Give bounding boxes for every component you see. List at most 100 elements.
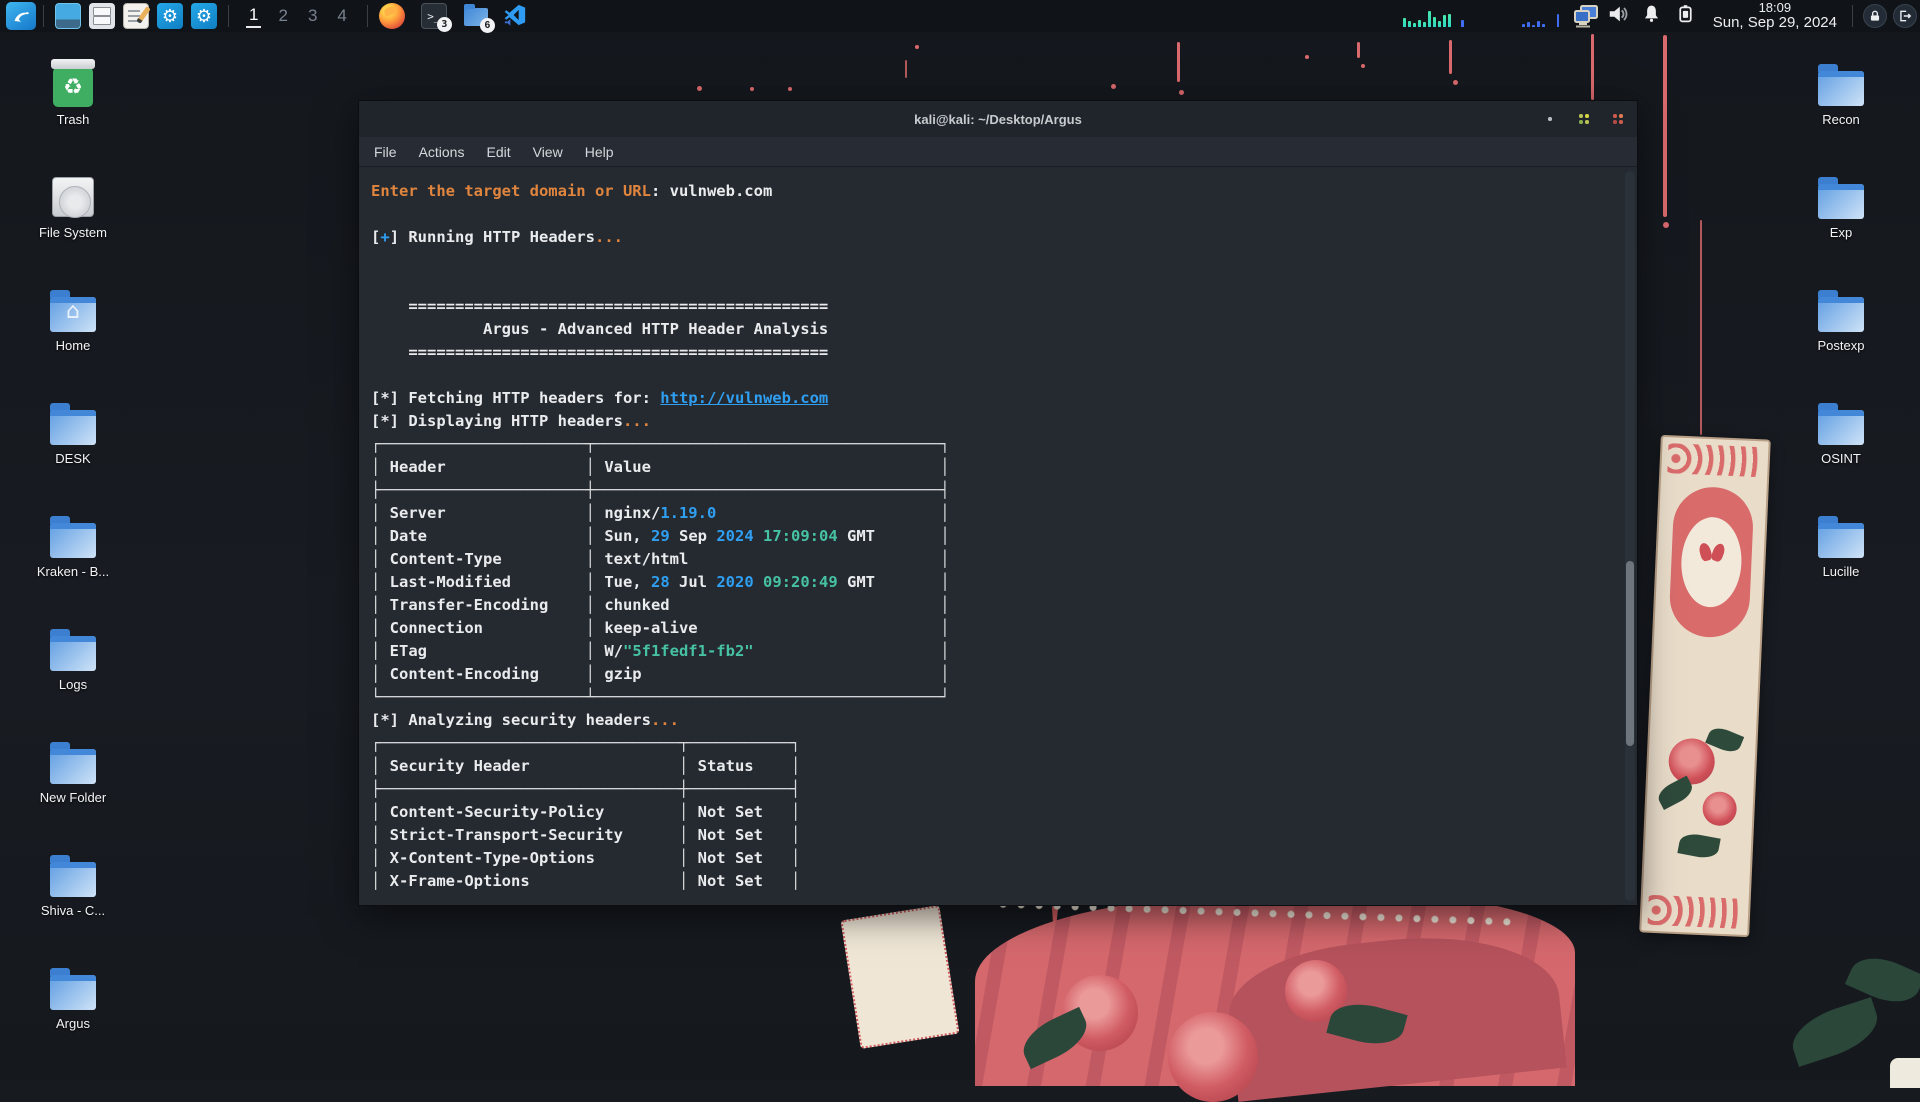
paint-drip xyxy=(1357,42,1360,58)
folder-icon xyxy=(1818,410,1864,445)
folder-icon xyxy=(1818,184,1864,219)
desktop-icon-kraken-b[interactable]: Kraken - B... xyxy=(8,504,138,617)
terminal-line: [*] Fetching HTTP headers for: http://vu… xyxy=(371,387,1637,410)
menu-file[interactable]: File xyxy=(363,141,408,163)
window-titlebar[interactable]: kali@kali: ~/Desktop/Argus xyxy=(359,101,1637,137)
desktop-icon-art xyxy=(49,851,97,899)
desktop-icons-right: Recon Exp Postexp OSINT Lucille xyxy=(1776,52,1906,617)
desktop-icon-art xyxy=(49,399,97,447)
text-editor-launcher[interactable] xyxy=(123,3,149,29)
settings-manager-launcher[interactable]: ⚙ xyxy=(191,3,217,29)
panel-separator xyxy=(1852,5,1853,27)
desktop-icon-art xyxy=(49,512,97,560)
paint-splatter-dot xyxy=(1179,90,1184,95)
terminal-line: [*] Displaying HTTP headers... xyxy=(371,410,1637,433)
scrollbar-thumb[interactable] xyxy=(1626,561,1634,746)
volume-tray-icon[interactable] xyxy=(1607,3,1633,29)
terminal-line: │ X-Content-Type-Options │ Not Set │ xyxy=(371,847,1637,870)
display-settings-tray-icon[interactable] xyxy=(1573,3,1599,29)
close-button[interactable] xyxy=(1613,114,1623,124)
audio-visualizer-blue xyxy=(1522,5,1545,27)
folder-icon xyxy=(1818,71,1864,106)
terminal-line: ┌────────────────────────────────┬──────… xyxy=(371,732,1637,755)
terminal-line: │ Security Header │ Status │ xyxy=(371,755,1637,778)
desktop-icon-art xyxy=(1817,399,1865,447)
terminal-scrollbar[interactable] xyxy=(1625,171,1635,901)
terminal-line xyxy=(371,203,1637,226)
workspace-switcher: 1234 xyxy=(246,4,350,28)
desktop-icon-recon[interactable]: Recon xyxy=(1776,52,1906,165)
clock-date: Sun, Sep 29, 2024 xyxy=(1713,15,1837,32)
card-leaf xyxy=(1677,831,1720,860)
desktop-icon-label: Kraken - B... xyxy=(37,564,109,579)
firefox-taskbar-button[interactable] xyxy=(379,3,405,29)
wallpaper-rose xyxy=(1168,1012,1258,1102)
desktop-icon-file-system[interactable]: File System xyxy=(8,165,138,278)
desktop-icon-art xyxy=(49,625,97,673)
desktop-icon-label: Recon xyxy=(1822,112,1860,127)
terminal-line xyxy=(371,272,1637,295)
terminal-line: │ Strict-Transport-Security │ Not Set │ xyxy=(371,824,1637,847)
workspace-4[interactable]: 4 xyxy=(334,5,349,27)
desktop-icon-desk[interactable]: DESK xyxy=(8,391,138,504)
desktop-icon-osint[interactable]: OSINT xyxy=(1776,391,1906,504)
workspace-2[interactable]: 2 xyxy=(275,5,290,27)
desktop-icon-art xyxy=(1817,173,1865,221)
workspace-3[interactable]: 3 xyxy=(305,5,320,27)
desktop-icon-home[interactable]: ⌂ Home xyxy=(8,278,138,391)
desktop-icon-shiva-c[interactable]: Shiva - C... xyxy=(8,843,138,956)
card-rose xyxy=(1668,738,1716,786)
file-manager-launcher[interactable] xyxy=(89,3,115,29)
wallpaper-tarot-card xyxy=(1639,435,1771,937)
lock-screen-button[interactable] xyxy=(1863,4,1887,28)
workspace-1[interactable]: 1 xyxy=(246,4,261,28)
terminal-output[interactable]: Enter the target domain or URL: vulnweb.… xyxy=(359,168,1637,905)
settings-launcher[interactable]: ⚙ xyxy=(157,3,183,29)
panel-clock[interactable]: 18:09 Sun, Sep 29, 2024 xyxy=(1713,1,1837,32)
desktop-icon-label: DESK xyxy=(55,451,90,466)
desktop-icon-trash[interactable]: ♻ Trash xyxy=(8,52,138,165)
paint-drip xyxy=(905,60,907,78)
panel-separator xyxy=(367,5,368,27)
desktop-icon-art xyxy=(1817,286,1865,334)
folder-icon xyxy=(1818,297,1864,332)
terminal-line: ========================================… xyxy=(371,295,1637,318)
minimize-button[interactable] xyxy=(1545,114,1555,124)
maximize-button[interactable] xyxy=(1579,114,1589,124)
terminal-taskbar-button[interactable]: >_ 3 xyxy=(421,3,447,29)
card-ornament-band xyxy=(1667,443,1762,477)
kali-menu-button[interactable] xyxy=(6,2,36,30)
terminal-line: Argus - Advanced HTTP Header Analysis xyxy=(371,318,1637,341)
wallpaper-leaf xyxy=(1785,997,1884,1067)
paint-drip xyxy=(1700,220,1702,435)
notifications-tray-icon[interactable] xyxy=(1641,3,1667,29)
desktop-icon-exp[interactable]: Exp xyxy=(1776,165,1906,278)
menu-actions[interactable]: Actions xyxy=(408,141,476,163)
terminal-line: ========================================… xyxy=(371,341,1637,364)
menu-edit[interactable]: Edit xyxy=(475,141,521,163)
menu-help[interactable]: Help xyxy=(574,141,625,163)
vscode-taskbar-button[interactable] xyxy=(503,3,529,29)
logout-button[interactable] xyxy=(1893,4,1917,28)
terminal-line: │ Date │ Sun, 29 Sep 2024 17:09:04 GMT │ xyxy=(371,525,1637,548)
terminal-window-count-badge: 3 xyxy=(437,17,452,32)
audio-level-line xyxy=(1557,5,1559,27)
desktop-icon-logs[interactable]: Logs xyxy=(8,617,138,730)
desktop-icon-lucille[interactable]: Lucille xyxy=(1776,504,1906,617)
paint-drip xyxy=(1177,42,1180,82)
menu-view[interactable]: View xyxy=(522,141,574,163)
battery-tray-icon[interactable] xyxy=(1675,3,1701,29)
card-ornament-band xyxy=(1648,895,1743,929)
desktop-icon-argus[interactable]: Argus xyxy=(8,956,138,1069)
desktop-icon-label: Exp xyxy=(1830,225,1852,240)
paint-drip xyxy=(1591,34,1594,100)
desktop-icon-postexp[interactable]: Postexp xyxy=(1776,278,1906,391)
terminal-line: ├────────────────────────────────┼──────… xyxy=(371,778,1637,801)
show-desktop-button[interactable] xyxy=(55,3,81,29)
desktop-icon-new-folder[interactable]: New Folder xyxy=(8,730,138,843)
audio-spike xyxy=(1461,5,1464,27)
file-manager-taskbar-button[interactable]: 6 xyxy=(463,3,489,29)
paint-splatter-dot xyxy=(788,87,792,91)
terminal-line: [*] Analyzing security headers... xyxy=(371,709,1637,732)
terminal-line xyxy=(371,364,1637,387)
